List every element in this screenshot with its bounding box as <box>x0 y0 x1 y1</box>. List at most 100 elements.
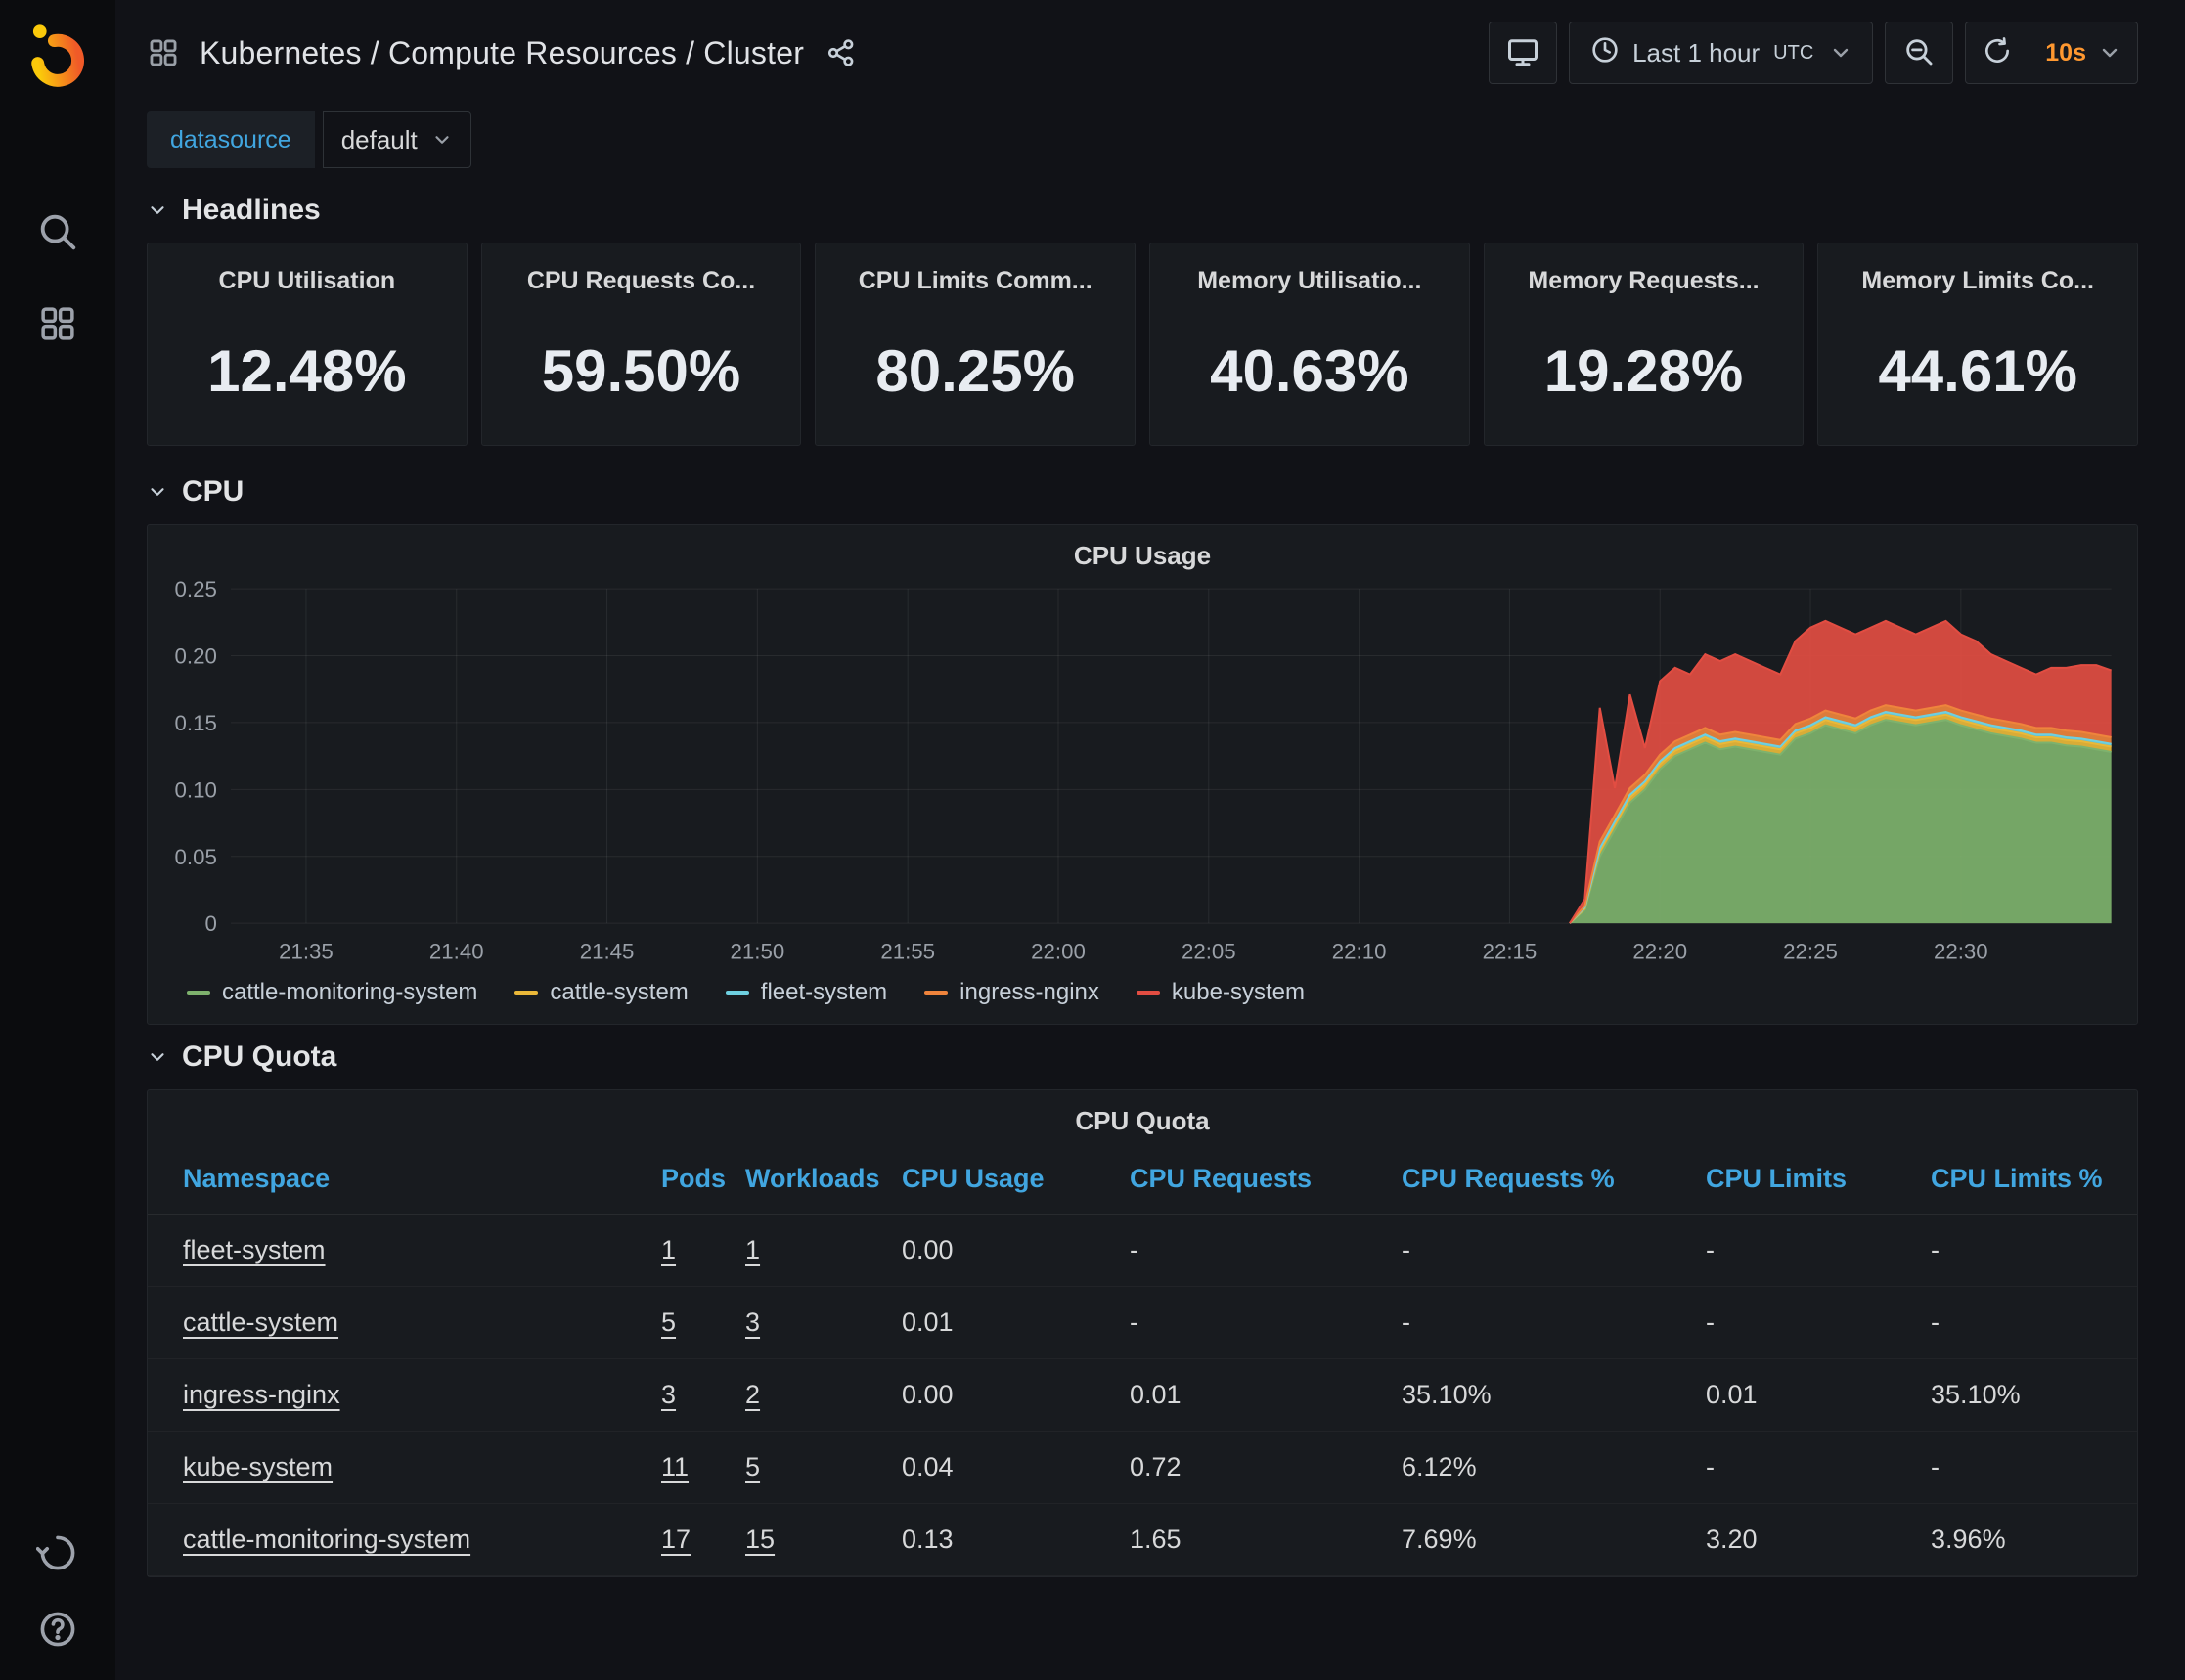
cell-link-pods[interactable]: 5 <box>661 1307 676 1337</box>
legend-item[interactable]: cattle-system <box>514 979 688 1006</box>
stat-panel: CPU Limits Comm... 80.25% <box>815 243 1136 446</box>
sidebar <box>0 0 115 1680</box>
stat-value: 44.61% <box>1818 337 2137 405</box>
share-icon[interactable] <box>825 37 857 68</box>
cell-cpu-limits-pct: - <box>1921 1214 2137 1286</box>
section-cpu[interactable]: CPU <box>147 475 2138 508</box>
svg-text:21:40: 21:40 <box>429 940 484 964</box>
search-icon[interactable] <box>35 209 80 254</box>
refresh-interval-dropdown[interactable]: 10s <box>2029 22 2137 83</box>
column-header-pods[interactable]: Pods <box>651 1144 736 1215</box>
cycle-view-button[interactable] <box>1489 22 1557 84</box>
time-range-picker[interactable]: Last 1 hour UTC <box>1569 22 1873 84</box>
stat-panel: Memory Limits Co... 44.61% <box>1817 243 2138 446</box>
chevron-down-icon <box>147 199 168 221</box>
page-title: Kubernetes / Compute Resources / Cluster <box>200 35 804 71</box>
cell-link-pods[interactable]: 1 <box>661 1235 676 1264</box>
cell-cpu-limits: 3.20 <box>1696 1503 1921 1575</box>
cell-link-workloads[interactable]: 3 <box>745 1307 760 1337</box>
chevron-down-icon <box>147 481 168 503</box>
cell-link-pods[interactable]: 17 <box>661 1525 691 1554</box>
svg-text:22:30: 22:30 <box>1934 940 1988 964</box>
stat-value: 59.50% <box>482 337 801 405</box>
datasource-select[interactable]: default <box>323 111 471 168</box>
svg-text:22:25: 22:25 <box>1783 940 1838 964</box>
legend-item[interactable]: kube-system <box>1137 979 1305 1006</box>
section-cpu-quota[interactable]: CPU Quota <box>147 1040 2138 1074</box>
svg-text:21:45: 21:45 <box>580 940 635 964</box>
cell-cpu-requests: - <box>1120 1214 1392 1286</box>
cell-cpu-usage: 0.00 <box>892 1358 1120 1431</box>
column-header-workloads[interactable]: Workloads <box>736 1144 892 1215</box>
cell-link-namespace[interactable]: kube-system <box>183 1452 333 1481</box>
column-header-cpu-requests-pct[interactable]: CPU Requests % <box>1392 1144 1696 1215</box>
datasource-label: datasource <box>147 111 315 168</box>
chevron-down-icon <box>2098 41 2121 65</box>
cell-link-namespace[interactable]: cattle-monitoring-system <box>183 1525 470 1554</box>
legend-label: kube-system <box>1172 979 1305 1006</box>
cell-cpu-limits-pct: - <box>1921 1431 2137 1503</box>
legend-item[interactable]: cattle-monitoring-system <box>187 979 477 1006</box>
column-header-cpu-requests[interactable]: CPU Requests <box>1120 1144 1392 1215</box>
cpu-quota-panel: CPU Quota NamespacePodsWorkloadsCPU Usag… <box>147 1089 2138 1577</box>
cell-cpu-requests-pct: 7.69% <box>1392 1503 1696 1575</box>
svg-text:22:00: 22:00 <box>1031 940 1086 964</box>
cell-link-pods[interactable]: 11 <box>661 1452 689 1481</box>
cell-cpu-requests: 0.72 <box>1120 1431 1392 1503</box>
dashboards-icon[interactable] <box>37 303 78 344</box>
stat-title: Memory Utilisatio... <box>1150 267 1469 295</box>
help-icon[interactable] <box>36 1608 79 1651</box>
svg-text:0.10: 0.10 <box>175 777 217 802</box>
grafana-logo[interactable] <box>21 20 95 94</box>
column-header-namespace[interactable]: Namespace <box>148 1144 651 1215</box>
cell-workloads: 15 <box>736 1503 892 1575</box>
cell-pods: 17 <box>651 1503 736 1575</box>
stat-title: Memory Requests... <box>1485 267 1804 295</box>
legend-item[interactable]: fleet-system <box>726 979 887 1006</box>
column-header-cpu-limits-pct[interactable]: CPU Limits % <box>1921 1144 2137 1215</box>
stat-panel: CPU Requests Co... 59.50% <box>481 243 802 446</box>
clock-icon <box>1589 34 1621 72</box>
table-row: cattle-system530.01---- <box>148 1286 2137 1358</box>
table-header-row: NamespacePodsWorkloadsCPU UsageCPU Reque… <box>148 1144 2137 1215</box>
svg-text:0.15: 0.15 <box>175 711 217 735</box>
legend-label: cattle-system <box>550 979 688 1006</box>
svg-text:21:50: 21:50 <box>731 940 785 964</box>
section-headlines[interactable]: Headlines <box>147 194 2138 227</box>
cell-workloads: 1 <box>736 1214 892 1286</box>
zoom-out-icon <box>1902 35 1936 71</box>
table-row: cattle-monitoring-system17150.131.657.69… <box>148 1503 2137 1575</box>
column-header-cpu-usage[interactable]: CPU Usage <box>892 1144 1120 1215</box>
cell-link-namespace[interactable]: cattle-system <box>183 1307 338 1337</box>
cell-workloads: 3 <box>736 1286 892 1358</box>
stat-value: 19.28% <box>1485 337 1804 405</box>
legend-item[interactable]: ingress-nginx <box>924 979 1099 1006</box>
stat-title: Memory Limits Co... <box>1818 267 2137 295</box>
zoom-out-button[interactable] <box>1885 22 1953 84</box>
cell-link-pods[interactable]: 3 <box>661 1380 676 1409</box>
time-range-label: Last 1 hour <box>1632 38 1760 68</box>
svg-text:0.05: 0.05 <box>175 845 217 869</box>
cell-cpu-limits-pct: 35.10% <box>1921 1358 2137 1431</box>
svg-text:0: 0 <box>204 911 216 936</box>
cell-namespace: cattle-system <box>148 1286 651 1358</box>
stat-title: CPU Utilisation <box>148 267 467 295</box>
table-body: fleet-system110.00----cattle-system530.0… <box>148 1214 2137 1575</box>
cell-link-namespace[interactable]: ingress-nginx <box>183 1380 340 1409</box>
cpu-quota-table: NamespacePodsWorkloadsCPU UsageCPU Reque… <box>148 1144 2137 1576</box>
cell-cpu-usage: 0.01 <box>892 1286 1120 1358</box>
legend-color-swatch <box>924 991 948 995</box>
section-label: CPU <box>182 475 244 508</box>
table-row: ingress-nginx320.000.0135.10%0.0135.10% <box>148 1358 2137 1431</box>
refresh-button[interactable] <box>1966 22 2029 83</box>
cell-link-namespace[interactable]: fleet-system <box>183 1235 326 1264</box>
cpu-usage-chart: 00.050.100.150.200.2521:3521:4021:4521:5… <box>148 579 2137 975</box>
cell-link-workloads[interactable]: 15 <box>745 1525 775 1554</box>
cell-link-workloads[interactable]: 2 <box>745 1380 760 1409</box>
cell-link-workloads[interactable]: 5 <box>745 1452 760 1481</box>
cell-link-workloads[interactable]: 1 <box>745 1235 760 1264</box>
svg-text:0.20: 0.20 <box>175 644 217 669</box>
sign-in-icon[interactable] <box>36 1531 79 1574</box>
monitor-icon <box>1505 34 1540 72</box>
column-header-cpu-limits[interactable]: CPU Limits <box>1696 1144 1921 1215</box>
